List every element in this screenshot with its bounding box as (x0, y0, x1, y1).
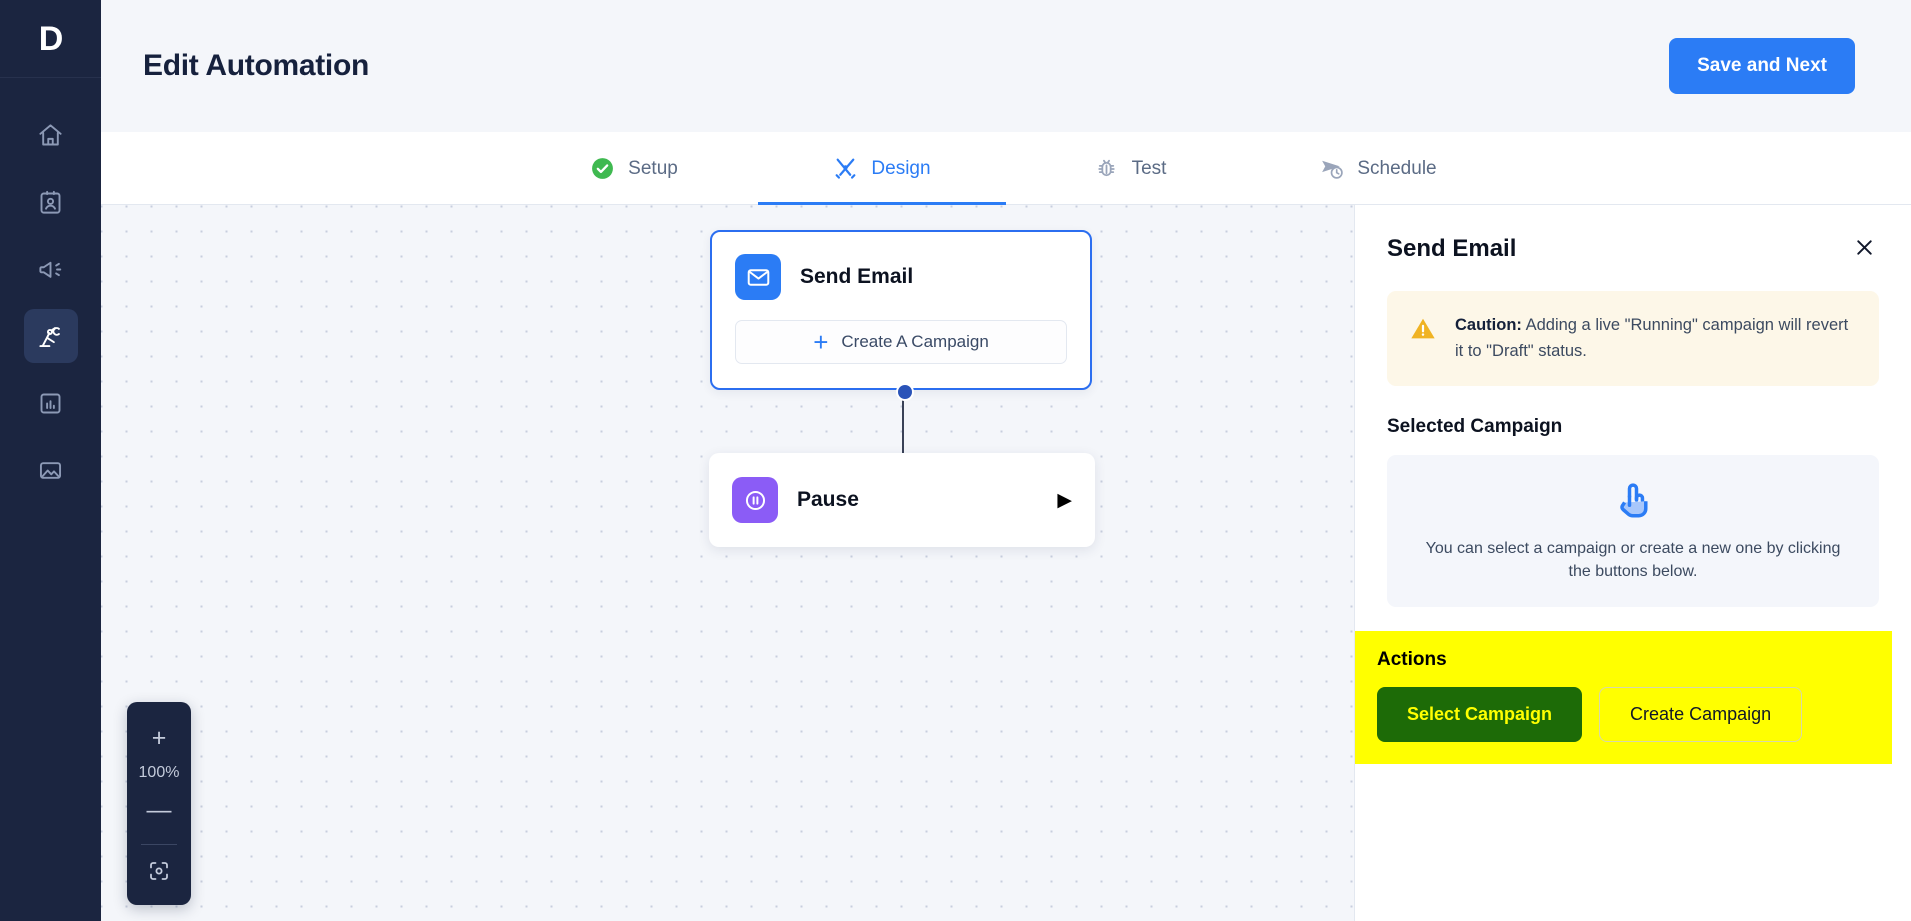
tab-label: Test (1131, 157, 1167, 179)
sidebar-item-campaigns[interactable] (24, 242, 78, 296)
zoom-level-label: 100% (138, 764, 180, 781)
pause-circle-icon (732, 477, 778, 523)
selected-campaign-empty-state: You can select a campaign or create a ne… (1387, 455, 1879, 608)
create-a-campaign-label: Create A Campaign (841, 332, 989, 351)
sidebar-item-home[interactable] (24, 108, 78, 162)
sidebar-item-automations[interactable] (23, 309, 78, 363)
zoom-divider (141, 844, 177, 845)
zoom-controls: + 100% — (127, 702, 191, 905)
warning-triangle-icon (1409, 315, 1437, 343)
save-and-next-button[interactable]: Save and Next (1669, 38, 1855, 94)
details-panel: Send Email Caution: Adding a live "Runni… (1354, 205, 1911, 921)
node-pause[interactable]: Pause ▶ (709, 453, 1095, 547)
check-circle-icon (590, 156, 615, 181)
flow-canvas[interactable]: Send Email + Create A Campaign Pause ▶ +… (101, 205, 1354, 921)
actions-buttons: Select Campaign Create Campaign (1377, 687, 1860, 743)
sidebar-item-reports[interactable] (24, 376, 78, 430)
actions-heading: Actions (1377, 649, 1447, 671)
sidebar-nav (23, 108, 78, 497)
fit-to-screen-icon (147, 859, 171, 888)
selected-campaign-heading: Selected Campaign (1387, 416, 1563, 438)
fit-to-screen-button[interactable] (127, 851, 191, 895)
plus-icon: + (813, 327, 829, 357)
tab-label: Design (871, 157, 931, 179)
envelope-icon (735, 254, 781, 300)
app-root: D Edit Automation Save and Next Setup De… (0, 0, 1911, 921)
create-a-campaign-button[interactable]: + Create A Campaign (735, 320, 1067, 364)
caution-banner: Caution: Adding a live "Running" campaig… (1387, 291, 1879, 387)
workspace: Send Email + Create A Campaign Pause ▶ +… (101, 205, 1911, 921)
node-title: Pause (797, 488, 859, 511)
page-title: Edit Automation (143, 49, 370, 82)
click-hand-icon (1612, 479, 1654, 521)
tools-icon (833, 156, 858, 181)
tab-test[interactable]: Test (1006, 132, 1254, 204)
create-campaign-button[interactable]: Create Campaign (1599, 687, 1803, 743)
tab-label: Setup (628, 157, 678, 179)
bug-icon (1094, 156, 1119, 181)
selected-campaign-empty-text: You can select a campaign or create a ne… (1425, 539, 1841, 581)
node-title: Send Email (800, 265, 914, 288)
app-logo[interactable]: D (0, 0, 101, 78)
select-campaign-button[interactable]: Select Campaign (1377, 687, 1583, 743)
robot-arm-icon (37, 323, 64, 350)
tab-schedule[interactable]: Schedule (1254, 132, 1502, 204)
sidebar-item-contacts[interactable] (24, 175, 78, 229)
zoom-in-button[interactable]: + (127, 716, 191, 760)
bar-chart-icon (37, 390, 64, 417)
sidebar-item-media[interactable] (24, 443, 78, 497)
main-area: Edit Automation Save and Next Setup Desi… (101, 0, 1911, 921)
node-expand-arrow-icon[interactable]: ▶ (1057, 491, 1072, 510)
contacts-icon (37, 189, 64, 216)
wizard-tabs: Setup Design Test Schedule (101, 132, 1911, 205)
image-icon (37, 457, 64, 484)
close-icon (1853, 236, 1876, 264)
tab-label: Schedule (1357, 157, 1437, 179)
close-panel-button[interactable] (1849, 235, 1879, 265)
caution-text: Caution: Adding a live "Running" campaig… (1455, 313, 1853, 364)
edge-source-handle[interactable] (896, 383, 914, 401)
caution-label: Caution: (1455, 316, 1522, 334)
panel-title: Send Email (1387, 235, 1517, 262)
node-send-email[interactable]: Send Email + Create A Campaign (710, 230, 1092, 390)
node-header: Send Email (735, 254, 1067, 300)
logo-letter: D (38, 19, 64, 58)
megaphone-icon (37, 256, 64, 283)
home-icon (37, 122, 64, 149)
tab-setup[interactable]: Setup (510, 132, 758, 204)
top-bar: Edit Automation Save and Next (101, 0, 1911, 132)
zoom-out-button[interactable]: — (127, 788, 191, 832)
sidebar: D (0, 0, 101, 921)
send-clock-icon (1319, 156, 1344, 181)
panel-header: Send Email (1387, 235, 1879, 265)
actions-section: Actions Select Campaign Create Campaign (1355, 631, 1892, 765)
tab-design[interactable]: Design (758, 132, 1006, 205)
